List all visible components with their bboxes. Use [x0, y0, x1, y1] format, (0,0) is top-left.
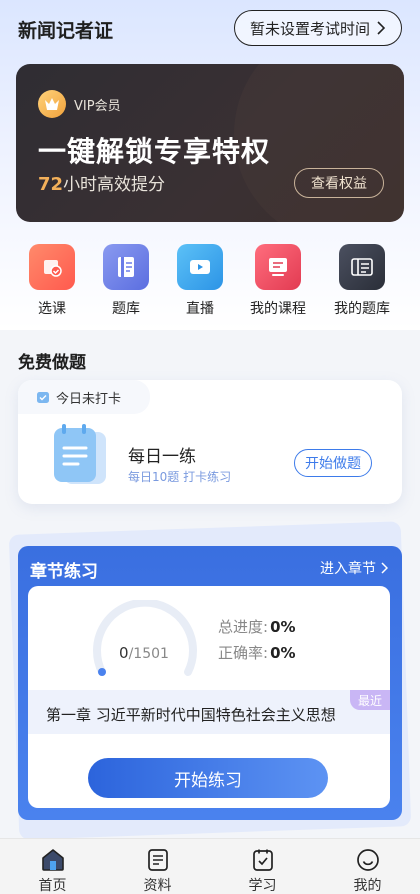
vip-hours-number: 72 — [38, 174, 64, 195]
recent-badge: 最近 — [350, 690, 390, 710]
accuracy-label: 正确率: — [218, 644, 269, 662]
daily-practice-subtitle: 每日10题 打卡练习 — [128, 470, 232, 484]
tab-profile[interactable]: 我的 — [315, 839, 420, 894]
chapter-practice-card: 章节练习 进入章节 0/1501 总进度: 0% 正确率: 0% 第一章 习近平新时… — [18, 546, 402, 820]
study-check-icon — [252, 849, 273, 871]
chapter-inner-panel: 0/1501 总进度: 0% 正确率: 0% 第一章 习近平新时代中国特色社会主义思… — [28, 586, 390, 808]
my-bank-icon — [339, 244, 385, 290]
exam-time-button[interactable]: 暂未设置考试时间 — [234, 10, 402, 46]
quick-action-label: 我的题库 — [334, 301, 390, 317]
daily-practice-title: 每日一练 — [128, 447, 196, 467]
chevron-right-icon — [381, 562, 388, 574]
total-progress-label: 总进度: — [218, 618, 269, 636]
quick-action-label: 直播 — [186, 301, 214, 317]
live-video-icon — [177, 244, 223, 290]
quick-action-live[interactable]: 直播 — [158, 240, 242, 318]
question-bank-icon — [103, 244, 149, 290]
course-select-icon — [29, 244, 75, 290]
document-icon — [147, 849, 168, 871]
current-chapter-name: 第一章 习近平新时代中国特色社会主义思想 — [46, 706, 336, 724]
checkin-status: 今日未打卡 — [56, 391, 122, 407]
quick-action-my-bank[interactable]: 我的题库 — [320, 240, 404, 318]
vip-subtitle: 72小时高效提分 — [38, 170, 165, 195]
header: 新闻记者证 暂未设置考试时间 — [0, 0, 420, 56]
free-practice-title: 免费做题 — [18, 353, 86, 373]
view-benefits-button[interactable]: 查看权益 — [294, 168, 384, 198]
tab-label: 资料 — [143, 878, 172, 894]
start-practice-button[interactable]: 开始练习 — [88, 758, 328, 798]
checkin-tag: 今日未打卡 — [18, 380, 150, 414]
exam-time-label: 暂未设置考试时间 — [249, 19, 370, 38]
current-chapter-row[interactable]: 第一章 习近平新时代中国特色社会主义思想 最近 — [28, 690, 390, 734]
chapter-title: 章节练习 — [30, 562, 98, 582]
enter-chapter-link[interactable]: 进入章节 — [320, 558, 388, 578]
progress-done: 0 — [119, 644, 129, 662]
quick-action-label: 选课 — [38, 301, 66, 317]
quick-action-label: 我的课程 — [250, 301, 306, 317]
chapter-stats: 总进度: 0% 正确率: 0% — [218, 614, 296, 666]
app-title: 新闻记者证 — [18, 20, 114, 42]
quick-actions: 选课 题库 直播 我的课程 我的题库 — [0, 240, 420, 320]
quick-action-select-course[interactable]: 选课 — [10, 240, 94, 318]
tab-materials[interactable]: 资料 — [105, 839, 210, 894]
chevron-right-icon — [377, 21, 386, 35]
my-course-icon — [255, 244, 301, 290]
vip-crown-icon — [38, 90, 66, 118]
vip-headline: 一键解锁专享特权 — [38, 135, 271, 168]
vip-banner[interactable]: VIP会员 一键解锁专享特权 72小时高效提分 查看权益 — [16, 64, 404, 222]
calendar-icon — [37, 392, 49, 403]
notebook-icon — [54, 424, 106, 484]
tab-label: 学习 — [248, 878, 277, 894]
tab-home[interactable]: 首页 — [0, 839, 105, 894]
progress-count: 0/1501 — [92, 644, 196, 662]
vip-subtitle-text: 小时高效提分 — [63, 175, 166, 195]
home-icon — [41, 849, 64, 871]
daily-practice-card[interactable]: 今日未打卡 每日一练 每日10题 打卡练习 开始做题 — [18, 380, 402, 504]
total-progress-value: 0% — [270, 618, 296, 636]
tab-study[interactable]: 学习 — [210, 839, 315, 894]
tab-label: 首页 — [38, 878, 67, 894]
enter-chapter-label: 进入章节 — [320, 561, 376, 577]
quick-action-question-bank[interactable]: 题库 — [84, 240, 168, 318]
quick-action-my-course[interactable]: 我的课程 — [236, 240, 320, 318]
quick-action-label: 题库 — [112, 301, 140, 317]
tab-label: 我的 — [353, 878, 382, 894]
start-questions-button[interactable]: 开始做题 — [294, 449, 372, 477]
bottom-tab-bar: 首页 资料 学习 我的 — [0, 838, 420, 894]
accuracy-value: 0% — [270, 644, 296, 662]
progress-gauge — [93, 600, 197, 676]
progress-total: /1501 — [128, 646, 169, 662]
vip-label: VIP会员 — [74, 99, 121, 114]
profile-smile-icon — [356, 849, 379, 871]
